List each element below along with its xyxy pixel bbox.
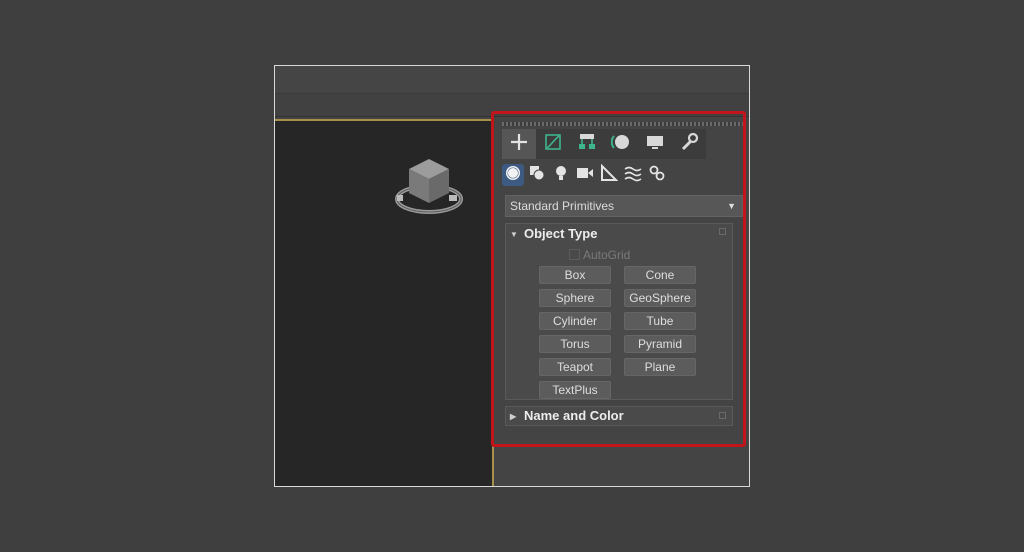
viewcube-widget[interactable]	[393, 155, 473, 223]
highlight-annotation-box	[491, 111, 746, 447]
viewport[interactable]	[275, 119, 494, 486]
main-toolbar	[275, 66, 749, 94]
